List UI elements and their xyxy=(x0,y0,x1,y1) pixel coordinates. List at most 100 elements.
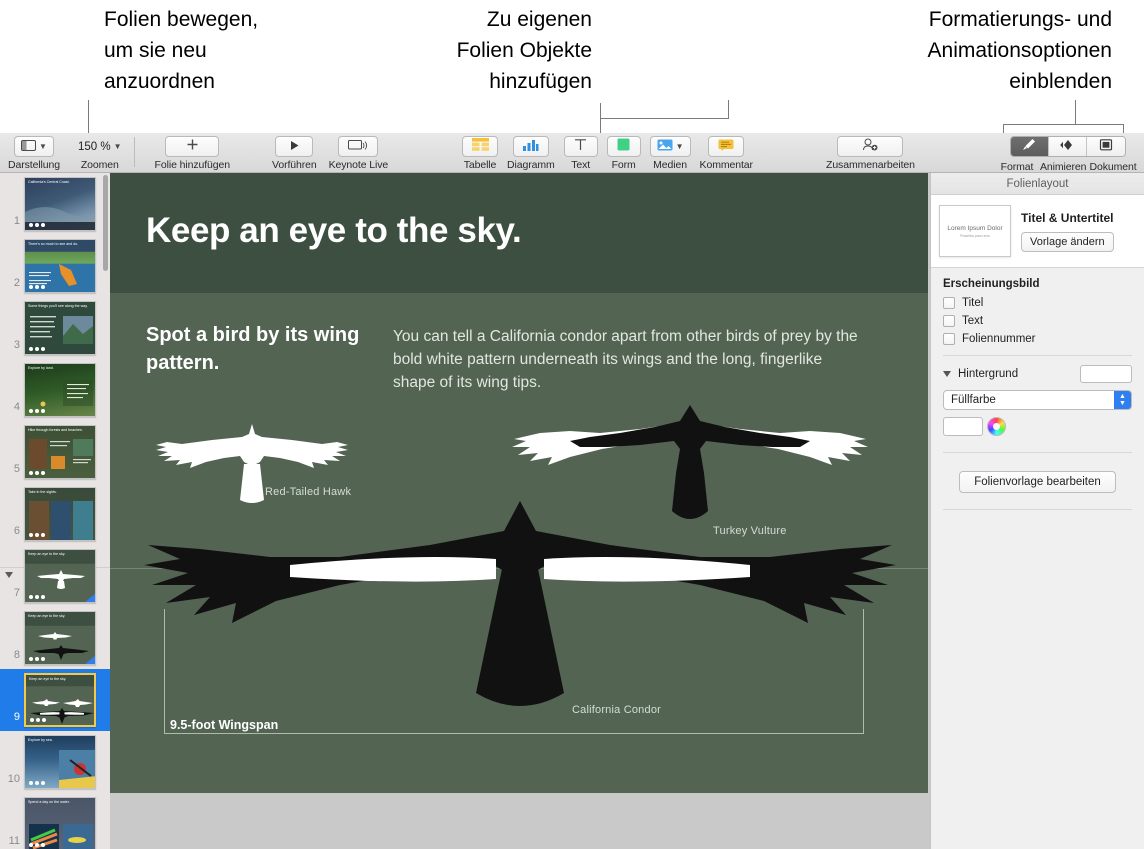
slide-title[interactable]: Keep an eye to the sky. xyxy=(146,211,521,251)
slide-thumbnail-7[interactable]: 7Keep an eye to the sky. xyxy=(0,545,110,607)
checkbox-title[interactable] xyxy=(943,297,955,309)
insert-text-button[interactable]: Text xyxy=(564,133,598,171)
play-button[interactable]: Vorführen xyxy=(272,133,317,171)
callout-move-slides: Folien bewegen, um sie neu anzuordnen xyxy=(104,4,354,97)
slide-thumbnail-image[interactable]: Some things you'll see along the way. xyxy=(24,301,96,355)
slide-thumbnail-list: 1 California's Central Coast. 2There's so … xyxy=(0,173,110,849)
checkbox-title-label: Titel xyxy=(962,297,983,309)
background-color-row xyxy=(931,410,1144,436)
slide-thumbnail-5[interactable]: 5Hike through forests and beaches. xyxy=(0,421,110,483)
tab-animate[interactable] xyxy=(1049,137,1087,156)
inspector-header: Folienlayout xyxy=(931,173,1144,195)
layout-thumb-title: Lorem Ipsum Dolor xyxy=(947,225,1002,232)
slide-number: 1 xyxy=(0,215,24,227)
tab-format[interactable] xyxy=(1011,137,1049,156)
insert-table-button[interactable]: Tabelle xyxy=(462,133,498,171)
inspector-divider-3 xyxy=(943,509,1132,510)
checkbox-text[interactable] xyxy=(943,315,955,327)
background-fill-select[interactable]: Füllfarbe ▲▼ xyxy=(943,390,1132,410)
chevron-down-icon: ▼ xyxy=(114,143,122,151)
stepper-arrows-icon[interactable]: ▲▼ xyxy=(1114,391,1131,409)
diamond-icon xyxy=(1057,138,1077,156)
insert-shape-label: Form xyxy=(612,159,636,171)
zoom-button[interactable]: 150 % ▼ Zoomen xyxy=(72,133,128,171)
build-indicator-dots xyxy=(29,533,45,537)
inspector-tab-group xyxy=(1010,136,1126,157)
add-slide-button[interactable]: Folie hinzufügen xyxy=(155,133,230,171)
slide-thumbnail-9[interactable]: 9Keep an eye to the sky. xyxy=(0,669,110,731)
slide-thumbnail-image[interactable]: Take in the sights. xyxy=(24,487,96,541)
change-template-button[interactable]: Vorlage ändern xyxy=(1021,232,1114,252)
slide-number: 5 xyxy=(0,463,24,475)
view-icon xyxy=(21,138,36,156)
media-photo-icon xyxy=(657,138,673,156)
insert-media-label: Medien xyxy=(653,159,687,171)
build-indicator-dots xyxy=(29,595,45,599)
edit-master-button[interactable]: Folienvorlage bearbeiten xyxy=(959,471,1116,493)
wingspan-measure-box xyxy=(164,609,864,734)
keynote-live-button[interactable]: Keynote Live xyxy=(329,133,389,171)
slide-thumbnail-3[interactable]: 3Some things you'll see along the way. xyxy=(0,297,110,359)
document-square-icon xyxy=(1099,138,1113,156)
slide-thumbnail-title: Explore by sea. xyxy=(28,738,92,743)
callout-leader-3-right xyxy=(1123,124,1124,133)
slide-thumbnail-image[interactable]: Spend a day on the water. xyxy=(24,797,96,849)
slide-number: 7 xyxy=(0,587,24,599)
slide-thumbnail-1[interactable]: 1 California's Central Coast. xyxy=(0,173,110,235)
view-label: Darstellung xyxy=(8,159,60,171)
tab-document-label: Dokument xyxy=(1089,161,1137,173)
slide-thumbnail-10[interactable]: 10Explore by sea. xyxy=(0,731,110,793)
callout-show-format: Formatierungs- und Animationsoptionen ei… xyxy=(700,4,1112,97)
slide-thumbnail-title: Explore by land. xyxy=(28,366,92,371)
view-button[interactable]: ▼ Darstellung xyxy=(8,133,60,171)
main-toolbar: ▼ Darstellung 150 % ▼ Zoomen Folie hin xyxy=(0,133,1144,173)
slide-thumbnail-image[interactable]: California's Central Coast. xyxy=(24,177,96,231)
slide-subtitle[interactable]: Spot a bird by its wing pattern. xyxy=(146,321,361,377)
insert-chart-button[interactable]: Diagramm xyxy=(507,133,555,171)
background-preview-field[interactable] xyxy=(1080,365,1132,383)
slide-number: 9 xyxy=(0,711,24,723)
format-inspector: Folienlayout Lorem Ipsum Dolor Phasellus… xyxy=(930,173,1144,849)
slide-thumbnail-title: Spend a day on the water. xyxy=(28,800,92,805)
display-audio-icon xyxy=(348,138,368,156)
slide-navigator[interactable]: 1 California's Central Coast. 2There's so … xyxy=(0,173,110,849)
slide-thumbnail-4[interactable]: 4Explore by land. xyxy=(0,359,110,421)
checkbox-slide-number[interactable] xyxy=(943,333,955,345)
background-color-swatch[interactable] xyxy=(943,417,983,436)
color-wheel-icon[interactable] xyxy=(987,417,1006,436)
tab-document[interactable] xyxy=(1087,137,1125,156)
appearance-option-text[interactable]: Text xyxy=(943,315,1132,327)
slide-paragraph[interactable]: You can tell a California condor apart f… xyxy=(393,325,863,394)
slide-thumbnail-image[interactable]: Hike through forests and beaches. xyxy=(24,425,96,479)
hawk-label: Red-Tailed Hawk xyxy=(265,486,351,498)
slide-thumbnail-image[interactable]: Keep an eye to the sky. xyxy=(24,673,96,727)
slide-thumbnail-11[interactable]: 11Spend a day on the water. xyxy=(0,793,110,849)
slide-thumbnail-2[interactable]: 2There's so much to see and do. xyxy=(0,235,110,297)
slide-thumbnail-image[interactable]: Explore by sea. xyxy=(24,735,96,789)
build-indicator-dots xyxy=(29,347,45,351)
slide-thumbnail-image[interactable]: Keep an eye to the sky. xyxy=(24,611,96,665)
appearance-option-slidenumber[interactable]: Foliennummer xyxy=(943,333,1132,345)
collaborate-button[interactable]: Zusammenarbeiten xyxy=(826,133,915,171)
slide-thumbnail-6[interactable]: 6Take in the sights. xyxy=(0,483,110,545)
slide-thumbnail-image[interactable]: Keep an eye to the sky. xyxy=(24,549,96,603)
background-fill-value: Füllfarbe xyxy=(951,394,996,406)
appearance-option-title[interactable]: Titel xyxy=(943,297,1132,309)
slide-thumbnail-title: Take in the sights. xyxy=(28,490,92,495)
disclosure-triangle-icon[interactable] xyxy=(943,371,951,377)
slide-surface[interactable]: Keep an eye to the sky. Spot a bird by i… xyxy=(110,173,928,793)
slide-thumbnail-title: California's Central Coast. xyxy=(28,180,92,185)
vulture-label: Turkey Vulture xyxy=(713,525,787,537)
layout-thumbnail[interactable]: Lorem Ipsum Dolor Phasellus purus eros xyxy=(939,205,1011,257)
slide-thumbnail-8[interactable]: 8Keep an eye to the sky. xyxy=(0,607,110,669)
insert-media-button[interactable]: ▼ Medien xyxy=(650,133,691,171)
slide-canvas[interactable]: Keep an eye to the sky. Spot a bird by i… xyxy=(110,173,930,849)
slide-thumbnail-image[interactable]: There's so much to see and do. xyxy=(24,239,96,293)
build-indicator-dots xyxy=(29,781,45,785)
insert-shape-button[interactable]: Form xyxy=(607,133,641,171)
slide-thumbnail-image[interactable]: Explore by land. xyxy=(24,363,96,417)
background-section-header[interactable]: Hintergrund xyxy=(931,356,1144,383)
tab-format-label: Format xyxy=(998,161,1036,173)
insert-comment-button[interactable]: Kommentar xyxy=(700,133,753,171)
insert-comment-label: Kommentar xyxy=(700,159,753,171)
